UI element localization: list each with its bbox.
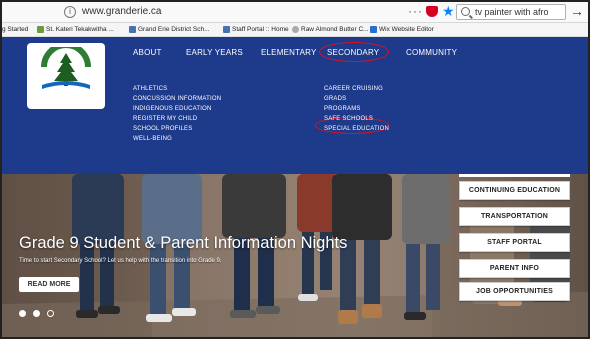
read-more-button[interactable]: READ MORE bbox=[19, 277, 79, 292]
hero-banner: Grade 9 Student & Parent Information Nig… bbox=[2, 174, 588, 337]
school-favicon-icon bbox=[129, 26, 136, 33]
bookmarks-toolbar: g Started St. Kateri Tekakwitha ... Gran… bbox=[2, 23, 588, 37]
bookmark-item[interactable]: Raw Almond Butter C... bbox=[292, 26, 369, 33]
submenu-career-cruising[interactable]: CAREER CRUISING bbox=[324, 84, 389, 94]
nav-early-years[interactable]: EARLY YEARS bbox=[186, 48, 243, 57]
submenu-special-education[interactable]: SPECIAL EDUCATION bbox=[324, 124, 389, 134]
transportation-button[interactable]: TRANSPORTATION bbox=[459, 207, 570, 226]
submenu-well-being[interactable]: WELL-BEING bbox=[133, 134, 221, 144]
page-actions-menu-icon[interactable]: ··· bbox=[408, 4, 423, 18]
side-button-edge bbox=[459, 174, 570, 177]
school-favicon-icon bbox=[223, 26, 230, 33]
site-header: ABOUT EARLY YEARS ELEMENTARY SECONDARY C… bbox=[2, 37, 588, 174]
hero-subtitle: Time to start Secondary School? Let us h… bbox=[19, 258, 222, 264]
nav-about[interactable]: ABOUT bbox=[133, 48, 162, 57]
site-info-icon[interactable]: i bbox=[64, 6, 76, 18]
globe-favicon-icon bbox=[292, 26, 299, 33]
annotation-circle-secondary bbox=[319, 42, 389, 62]
tree-logo-icon bbox=[41, 47, 91, 89]
browser-url-bar: i www.granderie.ca ··· ★ tv painter with… bbox=[2, 2, 588, 23]
pocket-icon[interactable] bbox=[426, 6, 438, 17]
tree-favicon-icon bbox=[37, 26, 44, 33]
staff-portal-button[interactable]: STAFF PORTAL bbox=[459, 233, 570, 252]
search-input[interactable]: tv painter with afro bbox=[456, 4, 566, 20]
nav-elementary[interactable]: ELEMENTARY bbox=[261, 48, 317, 57]
bookmark-item[interactable]: Grand Erie District Sch... bbox=[129, 26, 210, 33]
carousel-dot-3[interactable] bbox=[47, 310, 54, 317]
secondary-submenu-right: CAREER CRUISING GRADS PROGRAMS SAFE SCHO… bbox=[324, 84, 389, 134]
nav-community[interactable]: COMMUNITY bbox=[406, 48, 457, 57]
search-icon bbox=[461, 7, 470, 16]
continuing-education-button[interactable]: CONTINUING EDUCATION bbox=[459, 181, 570, 200]
parent-info-button[interactable]: PARENT INFO bbox=[459, 259, 570, 278]
hero-title: Grade 9 Student & Parent Information Nig… bbox=[19, 234, 348, 252]
submenu-register-my-child[interactable]: REGISTER MY CHILD bbox=[133, 114, 221, 124]
submenu-safe-schools[interactable]: SAFE SCHOOLS bbox=[324, 114, 389, 124]
submenu-concussion-information[interactable]: CONCUSSION INFORMATION bbox=[133, 94, 221, 104]
submenu-school-profiles[interactable]: SCHOOL PROFILES bbox=[133, 124, 221, 134]
bookmark-item[interactable]: Wix Website Editor bbox=[370, 26, 434, 33]
submenu-indigenous-education[interactable]: INDIGENOUS EDUCATION bbox=[133, 104, 221, 114]
bookmark-item[interactable]: St. Kateri Tekakwitha ... bbox=[37, 26, 114, 33]
submenu-programs[interactable]: PROGRAMS bbox=[324, 104, 389, 114]
bookmark-item[interactable]: g Started bbox=[2, 26, 28, 33]
job-opportunities-button[interactable]: JOB OPPORTUNITIES bbox=[459, 282, 570, 301]
go-arrow-icon[interactable]: → bbox=[570, 3, 584, 19]
submenu-athletics[interactable]: ATHLETICS bbox=[133, 84, 221, 94]
bookmark-star-icon[interactable]: ★ bbox=[442, 3, 455, 19]
bookmark-item[interactable]: Staff Portal :: Home bbox=[223, 26, 289, 33]
submenu-grads[interactable]: GRADS bbox=[324, 94, 389, 104]
search-query: tv painter with afro bbox=[475, 7, 549, 17]
school-board-logo[interactable] bbox=[27, 43, 105, 109]
secondary-submenu-left: ATHLETICS CONCUSSION INFORMATION INDIGEN… bbox=[133, 84, 221, 144]
url-field[interactable]: www.granderie.ca bbox=[82, 6, 161, 17]
screenshot-frame: i www.granderie.ca ··· ★ tv painter with… bbox=[0, 0, 590, 339]
carousel-dot-2[interactable] bbox=[33, 310, 40, 317]
wix-favicon-icon bbox=[370, 26, 377, 33]
carousel-dot-1[interactable] bbox=[19, 310, 26, 317]
